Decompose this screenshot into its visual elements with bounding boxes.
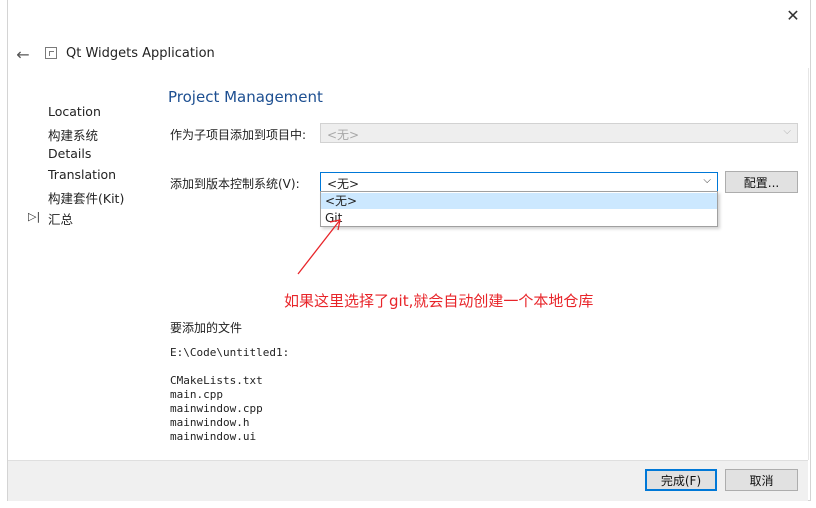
- nav-item-kit[interactable]: 构建套件(Kit): [48, 188, 124, 207]
- configure-button[interactable]: 配置...: [725, 171, 798, 193]
- vcs-option-git[interactable]: Git: [321, 210, 717, 226]
- vcs-combobox[interactable]: <无> ⌵: [320, 172, 718, 192]
- nav-item-build-system[interactable]: 构建系统: [48, 125, 98, 144]
- subproject-value: <无>: [327, 128, 360, 142]
- file-item: CMakeLists.txt: [170, 374, 263, 387]
- subproject-combobox: <无> ⌵: [320, 123, 798, 143]
- file-item: mainwindow.cpp: [170, 402, 263, 415]
- current-step-marker-icon: ▷|: [28, 210, 41, 223]
- page-title: Project Management: [168, 88, 323, 106]
- vcs-label: 添加到版本控制系统(V):: [170, 177, 300, 191]
- vcs-value: <无>: [327, 177, 360, 191]
- files-path: E:\Code\untitled1:: [170, 346, 290, 359]
- finish-button[interactable]: 完成(F): [645, 469, 717, 491]
- file-item: main.cpp: [170, 388, 223, 401]
- nav-item-translation[interactable]: Translation: [48, 167, 116, 182]
- scrollbar[interactable]: [808, 68, 809, 460]
- files-to-add-label: 要添加的文件: [170, 321, 243, 335]
- file-item: mainwindow.ui: [170, 430, 257, 443]
- chevron-down-icon: ⌵: [703, 175, 711, 186]
- annotation-text: 如果这里选择了git,就会自动创建一个本地仓库: [284, 292, 594, 310]
- wizard-window: [7, 0, 811, 501]
- nav-item-details[interactable]: Details: [48, 146, 91, 161]
- chevron-down-icon: ⌵: [783, 126, 791, 137]
- vcs-option-none[interactable]: <无>: [321, 193, 717, 209]
- back-arrow-icon[interactable]: ←: [12, 44, 34, 64]
- subproject-label: 作为子项目添加到项目中:: [170, 128, 307, 142]
- window-title: Qt Widgets Application: [66, 46, 215, 61]
- nav-item-location[interactable]: Location: [48, 104, 101, 119]
- vcs-dropdown-list: <无> Git: [320, 191, 718, 227]
- close-icon[interactable]: ✕: [776, 0, 810, 30]
- cancel-button[interactable]: 取消: [725, 469, 798, 491]
- annotation-arrow: [297, 219, 341, 275]
- file-item: mainwindow.h: [170, 416, 250, 429]
- nav-item-summary[interactable]: 汇总: [48, 209, 73, 228]
- application-icon: [45, 47, 57, 59]
